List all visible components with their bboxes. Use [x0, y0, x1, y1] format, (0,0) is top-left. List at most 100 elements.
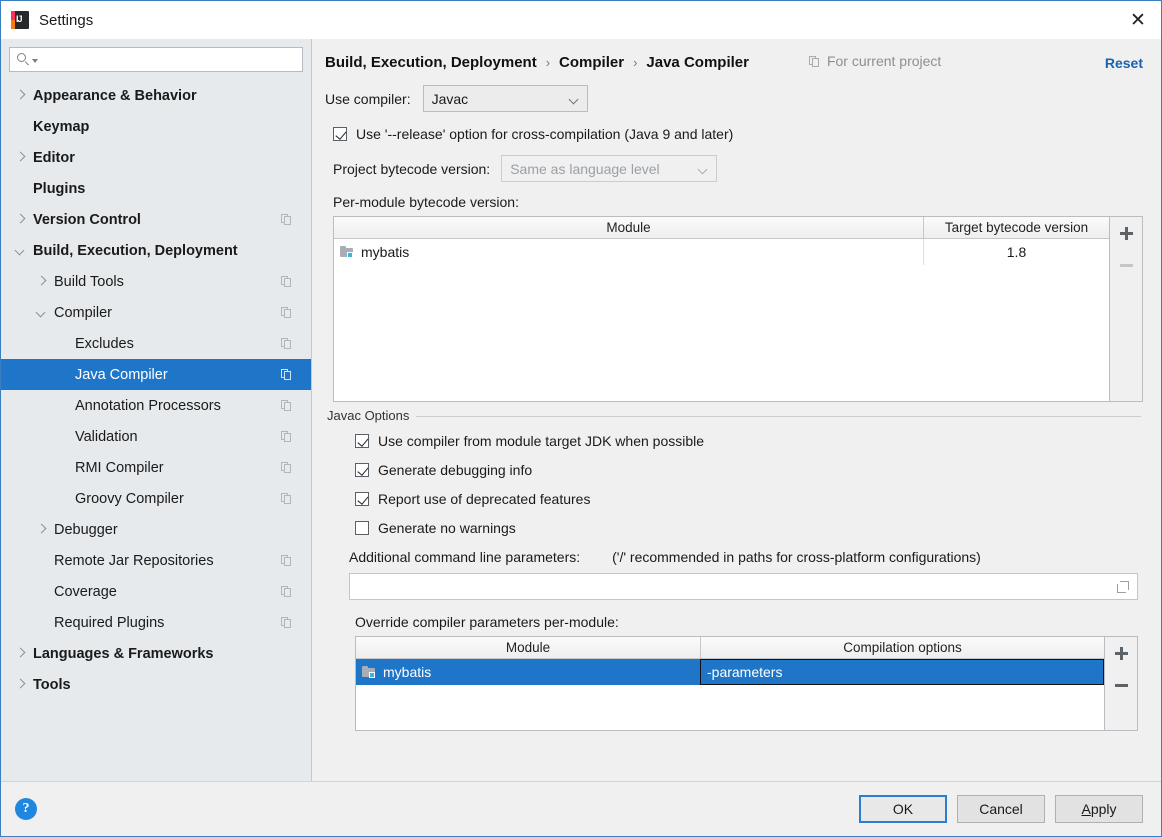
sidebar-item-java-compiler[interactable]: Java Compiler [1, 359, 311, 390]
column-header-module[interactable]: Module [356, 637, 700, 659]
javac-option-row[interactable]: Report use of deprecated features [355, 491, 1141, 507]
sidebar-item-label: Languages & Frameworks [33, 645, 214, 662]
chevron-down-icon[interactable] [15, 245, 26, 256]
project-scope-icon [281, 430, 293, 443]
close-icon[interactable]: ✕ [1115, 1, 1161, 39]
sidebar-item-build-execution-deployment[interactable]: Build, Execution, Deployment [1, 235, 311, 266]
chevron-right-icon[interactable] [15, 679, 26, 690]
sidebar-item-validation[interactable]: Validation [1, 421, 311, 452]
project-bytecode-select[interactable]: Same as language level [501, 155, 718, 182]
use-compiler-row: Use compiler: Javac [325, 85, 1143, 112]
javac-option-row[interactable]: Generate debugging info [355, 462, 1141, 478]
additional-params-field[interactable] [349, 573, 1138, 600]
sidebar-item-label: Appearance & Behavior [33, 87, 197, 104]
release-option-label: Use '--release' option for cross-compila… [356, 126, 734, 142]
add-override-button[interactable] [1105, 637, 1138, 669]
breadcrumb-item-1[interactable]: Compiler [559, 54, 624, 71]
table-row[interactable]: mybatis 1.8 [334, 239, 1109, 265]
sidebar-item-tools[interactable]: Tools [1, 669, 311, 700]
chevron-right-icon[interactable] [15, 152, 26, 163]
sidebar-item-label: Annotation Processors [75, 397, 221, 414]
sidebar-item-label: Build Tools [54, 273, 124, 290]
apply-label-rest: pply [1090, 801, 1117, 817]
settings-tree: Appearance & Behavior Keymap Editor Plugins… [1, 78, 311, 781]
javac-option-label: Use compiler from module target JDK when… [378, 433, 705, 449]
cell-module: mybatis [334, 239, 923, 265]
column-header-module[interactable]: Module [334, 217, 923, 239]
sidebar-item-debugger[interactable]: Debugger [1, 514, 311, 545]
sidebar-item-build-tools[interactable]: Build Tools [1, 266, 311, 297]
sidebar-item-version-control[interactable]: Version Control [1, 204, 311, 235]
module-icon [340, 246, 354, 258]
sidebar-item-languages-frameworks[interactable]: Languages & Frameworks [1, 638, 311, 669]
search-dropdown-icon[interactable] [32, 59, 38, 63]
chevron-right-icon[interactable] [36, 276, 47, 287]
javac-option-checkbox[interactable] [355, 492, 369, 506]
reset-link[interactable]: Reset [1105, 55, 1143, 71]
breadcrumb: Build, Execution, Deployment › Compiler … [325, 53, 1143, 71]
bytecode-table-toolbar [1110, 216, 1143, 402]
chevron-right-icon[interactable] [15, 648, 26, 659]
sidebar-item-editor[interactable]: Editor [1, 142, 311, 173]
chevron-right-icon[interactable] [15, 90, 26, 101]
sidebar-item-label: Build, Execution, Deployment [33, 242, 238, 259]
use-compiler-select[interactable]: Javac [422, 85, 588, 112]
breadcrumb-separator: › [633, 55, 638, 70]
apply-mnemonic: A [1081, 801, 1091, 817]
sidebar-item-keymap[interactable]: Keymap [1, 111, 311, 142]
sidebar-item-appearance-behavior[interactable]: Appearance & Behavior [1, 80, 311, 111]
chevron-right-icon[interactable] [36, 524, 47, 535]
sidebar-item-groovy-compiler[interactable]: Groovy Compiler [1, 483, 311, 514]
javac-option-label: Generate no warnings [378, 520, 516, 536]
add-module-bytecode-button[interactable] [1110, 217, 1143, 249]
project-scope-icon [281, 368, 293, 381]
expand-icon[interactable] [1117, 580, 1129, 593]
sidebar-item-plugins[interactable]: Plugins [1, 173, 311, 204]
search-box[interactable] [9, 47, 303, 72]
override-table: Module Compilation options mybatis -para… [355, 636, 1138, 731]
project-bytecode-label: Project bytecode version: [333, 160, 491, 177]
table-row[interactable]: mybatis -parameters [356, 659, 1104, 685]
sidebar-item-label: Excludes [75, 335, 134, 352]
chevron-down-icon [570, 96, 578, 104]
cell-target-bytecode[interactable]: 1.8 [923, 239, 1109, 265]
sidebar-item-annotation-processors[interactable]: Annotation Processors [1, 390, 311, 421]
project-scope-icon [281, 306, 293, 319]
javac-options-group: Javac Options Use compiler from module t… [327, 408, 1141, 731]
sidebar-item-rmi-compiler[interactable]: RMI Compiler [1, 452, 311, 483]
cell-module: mybatis [356, 659, 700, 685]
sidebar-item-required-plugins[interactable]: Required Plugins [1, 607, 311, 638]
column-header-compilation-options[interactable]: Compilation options [700, 637, 1104, 659]
cancel-button[interactable]: Cancel [957, 795, 1045, 823]
javac-option-checkbox[interactable] [355, 521, 369, 535]
project-scope-icon [808, 55, 821, 67]
release-option-row[interactable]: Use '--release' option for cross-compila… [333, 126, 1143, 142]
cell-compilation-options[interactable]: -parameters [700, 659, 1104, 685]
breadcrumb-item-0[interactable]: Build, Execution, Deployment [325, 54, 537, 71]
sidebar-item-label: Java Compiler [75, 366, 168, 383]
ok-button[interactable]: OK [859, 795, 947, 823]
additional-params-input[interactable] [358, 577, 1117, 596]
chevron-right-icon[interactable] [15, 214, 26, 225]
sidebar-item-remote-jar-repositories[interactable]: Remote Jar Repositories [1, 545, 311, 576]
remove-override-button[interactable] [1105, 669, 1138, 701]
javac-option-label: Report use of deprecated features [378, 491, 591, 507]
chevron-down-icon[interactable] [36, 307, 47, 318]
column-header-target-bytecode[interactable]: Target bytecode version [923, 217, 1109, 239]
remove-module-bytecode-button [1110, 249, 1143, 281]
javac-option-row[interactable]: Generate no warnings [355, 520, 1141, 536]
javac-option-row[interactable]: Use compiler from module target JDK when… [355, 433, 1141, 449]
javac-option-checkbox[interactable] [355, 463, 369, 477]
sidebar-item-excludes[interactable]: Excludes [1, 328, 311, 359]
sidebar-item-compiler[interactable]: Compiler [1, 297, 311, 328]
javac-option-checkbox[interactable] [355, 434, 369, 448]
search-input[interactable] [42, 51, 302, 68]
release-option-checkbox[interactable] [333, 127, 347, 141]
help-button[interactable]: ? [15, 798, 37, 820]
sidebar-item-coverage[interactable]: Coverage [1, 576, 311, 607]
apply-button[interactable]: Apply [1055, 795, 1143, 823]
